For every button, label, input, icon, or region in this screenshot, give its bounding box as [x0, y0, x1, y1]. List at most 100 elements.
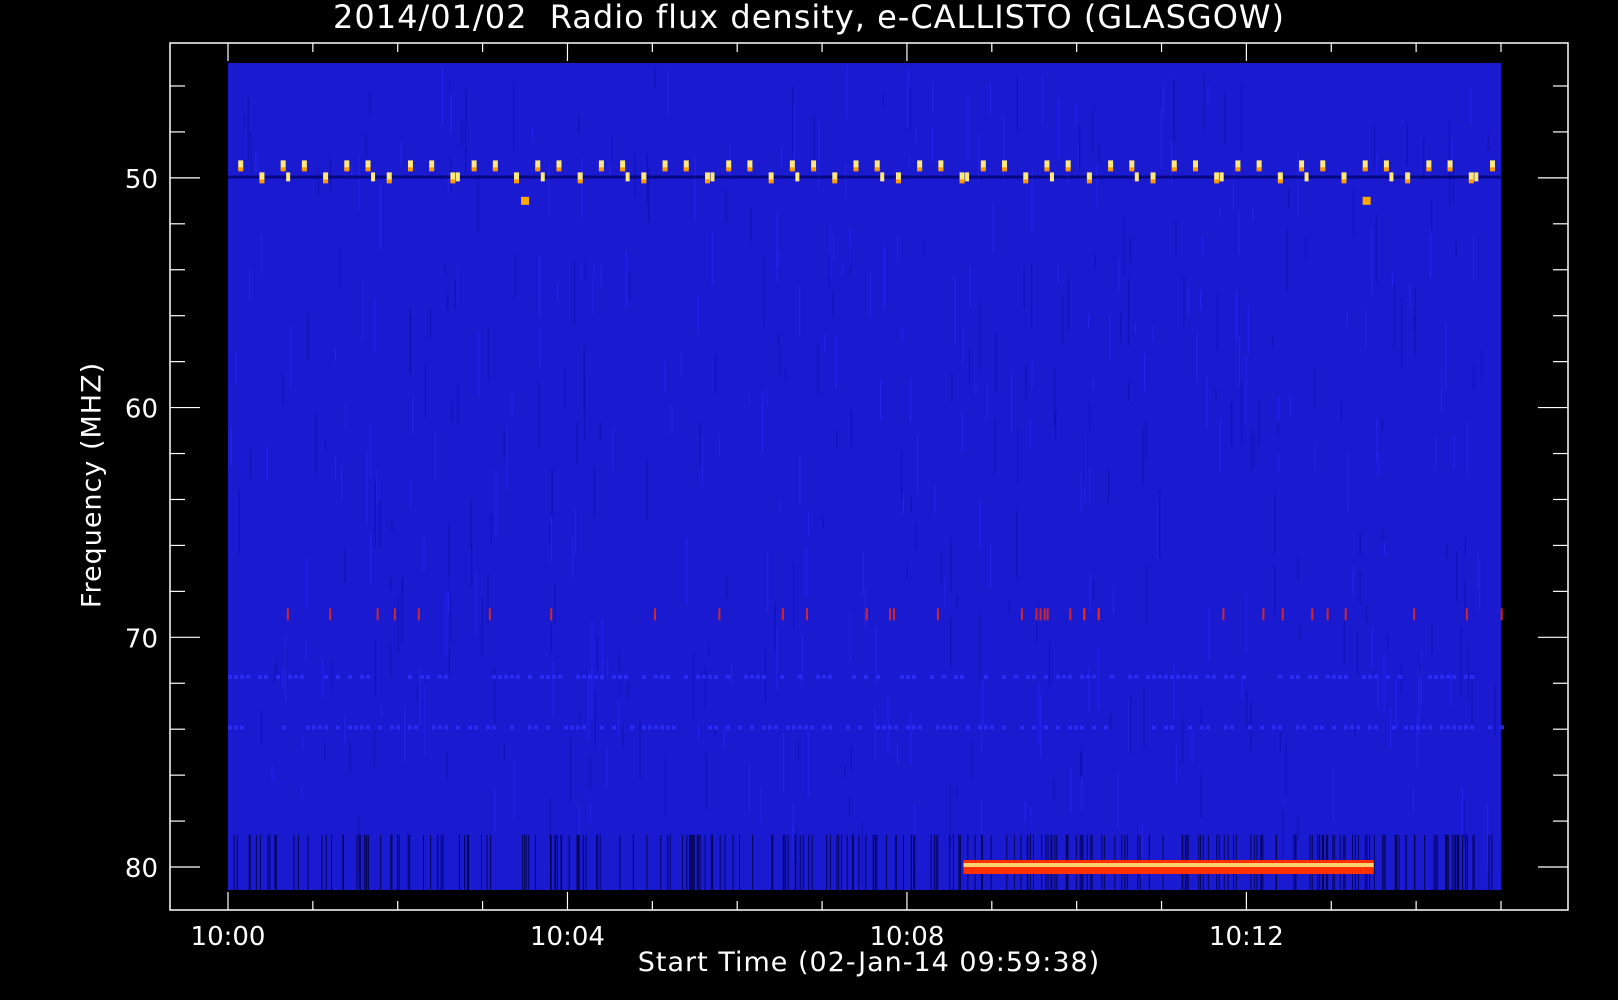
interference-band	[942, 674, 946, 679]
interference-band	[282, 725, 286, 730]
dropout-line	[826, 834, 828, 890]
noise-streak	[1434, 438, 1437, 470]
noise-streak	[880, 379, 882, 420]
interference-band	[1044, 674, 1048, 679]
noise-streak	[915, 522, 917, 551]
interference-band	[1302, 725, 1306, 730]
interference-band	[1338, 674, 1342, 679]
burst-mark-edge	[1214, 179, 1220, 184]
dropout-line	[366, 834, 368, 890]
noise-streak	[1129, 236, 1131, 264]
interference-band	[852, 674, 856, 679]
burst-row-shadow	[228, 175, 1501, 179]
noise-streak	[1173, 81, 1175, 130]
weak-emission-mark	[488, 608, 491, 621]
noise-streak	[593, 263, 596, 277]
interference-band	[558, 674, 562, 679]
noise-streak	[1346, 311, 1348, 328]
noise-streak	[1238, 210, 1240, 256]
burst-mark-edge	[301, 167, 307, 172]
interference-band	[648, 725, 652, 730]
dropout-line	[275, 834, 277, 890]
interference-band	[768, 725, 772, 730]
dropout-line	[691, 834, 693, 890]
interference-band	[1212, 674, 1216, 679]
noise-streak	[1031, 262, 1033, 328]
burst-mark	[880, 172, 885, 182]
y-tick-label: 80	[125, 854, 158, 884]
dropout-line	[811, 834, 813, 890]
burst-mark	[371, 172, 376, 182]
noise-streak	[532, 127, 534, 143]
noise-streak	[1089, 469, 1091, 505]
dropout-line	[787, 834, 789, 890]
interference-band	[1398, 674, 1402, 679]
dropout-line	[693, 834, 695, 890]
burst-mark-edge	[577, 179, 583, 184]
noise-streak	[714, 354, 717, 395]
dropout-line	[688, 834, 690, 890]
dropout-line	[724, 834, 726, 890]
dropout-line	[1458, 834, 1460, 890]
noise-streak	[994, 417, 996, 477]
noise-streak	[557, 284, 559, 301]
noise-streak	[345, 402, 347, 429]
dropout-line	[686, 834, 688, 890]
noise-streak	[1078, 126, 1081, 170]
noise-streak	[1332, 768, 1335, 819]
noise-streak	[1097, 646, 1099, 711]
dropout-line	[325, 834, 327, 890]
spectrogram-background	[228, 63, 1501, 890]
noise-streak	[324, 738, 326, 763]
burst-mark	[1474, 172, 1479, 182]
dropout-line	[1396, 834, 1398, 890]
noise-streak	[1297, 151, 1299, 217]
interference-band	[1014, 674, 1018, 679]
interference-band	[348, 674, 352, 679]
noise-streak	[844, 162, 847, 200]
noise-streak	[882, 94, 885, 107]
noise-streak	[1250, 430, 1252, 473]
noise-streak	[230, 426, 232, 467]
noise-streak	[1299, 624, 1301, 640]
dropout-line	[398, 834, 400, 890]
interference-band	[576, 674, 580, 679]
interference-band	[1470, 725, 1474, 730]
interference-band	[360, 674, 364, 679]
noise-streak	[1129, 696, 1131, 755]
noise-streak	[950, 617, 952, 668]
dropout-line	[1398, 834, 1400, 890]
noise-streak	[1297, 815, 1299, 841]
interference-band	[714, 674, 718, 679]
noise-streak	[416, 685, 419, 702]
noise-streak	[982, 680, 984, 725]
noise-streak	[835, 334, 837, 389]
dropout-line	[1405, 834, 1407, 890]
burst-mark	[965, 172, 970, 182]
dropout-line	[358, 834, 360, 890]
dropout-line	[423, 834, 425, 890]
noise-streak	[404, 706, 406, 763]
noise-streak	[1449, 671, 1452, 706]
weak-emission-mark	[865, 608, 868, 621]
noise-streak	[370, 533, 372, 586]
dropout-line	[699, 834, 701, 890]
noise-streak	[884, 246, 886, 310]
noise-streak	[330, 661, 333, 692]
burst-mark	[1389, 172, 1394, 182]
interference-band	[1416, 725, 1420, 730]
noise-streak	[625, 250, 628, 307]
dropout-line	[409, 834, 411, 890]
interference-band	[1056, 725, 1060, 730]
interference-band	[1128, 674, 1132, 679]
noise-streak	[777, 333, 780, 346]
dropout-line	[331, 834, 333, 890]
interference-band	[1440, 725, 1444, 730]
interference-band	[1452, 674, 1456, 679]
noise-streak	[1200, 774, 1202, 818]
interference-band	[936, 725, 940, 730]
burst-mark	[625, 172, 630, 182]
spectrogram-image	[228, 63, 1504, 891]
burst-mark-edge	[1341, 179, 1347, 184]
interference-band	[1434, 674, 1438, 679]
